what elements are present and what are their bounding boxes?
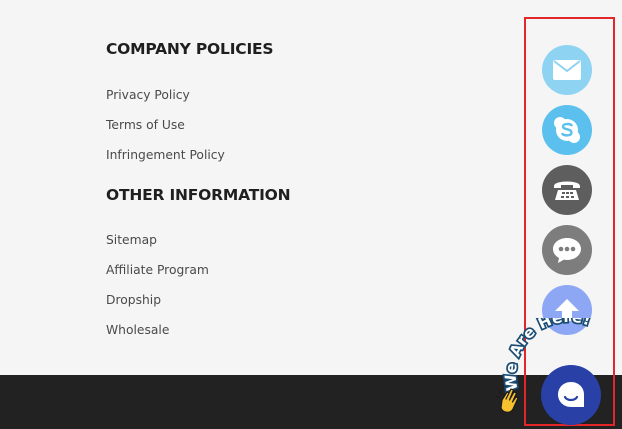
skype-icon xyxy=(554,117,580,143)
sms-chat-button[interactable] xyxy=(542,225,592,275)
wholesale-link[interactable]: Wholesale xyxy=(106,323,169,337)
chat-bubble-icon xyxy=(553,238,581,263)
skype-button[interactable] xyxy=(542,105,592,155)
company-policies-heading: COMPANY POLICIES xyxy=(106,40,274,58)
email-button[interactable] xyxy=(542,45,592,95)
chat-bubble-icon xyxy=(558,382,584,407)
live-chat-button[interactable] xyxy=(541,365,601,425)
sitemap-link[interactable]: Sitemap xyxy=(106,233,157,247)
telephone-icon xyxy=(554,181,580,200)
privacy-policy-link[interactable]: Privacy Policy xyxy=(106,88,190,102)
other-information-heading: OTHER INFORMATION xyxy=(106,186,291,204)
waving-hand-icon xyxy=(496,388,519,413)
mail-icon xyxy=(553,60,581,80)
infringement-policy-link[interactable]: Infringement Policy xyxy=(106,148,225,162)
affiliate-program-link[interactable]: Affiliate Program xyxy=(106,263,209,277)
terms-of-use-link[interactable]: Terms of Use xyxy=(106,118,185,132)
dropship-link[interactable]: Dropship xyxy=(106,293,161,307)
phone-button[interactable] xyxy=(542,165,592,215)
